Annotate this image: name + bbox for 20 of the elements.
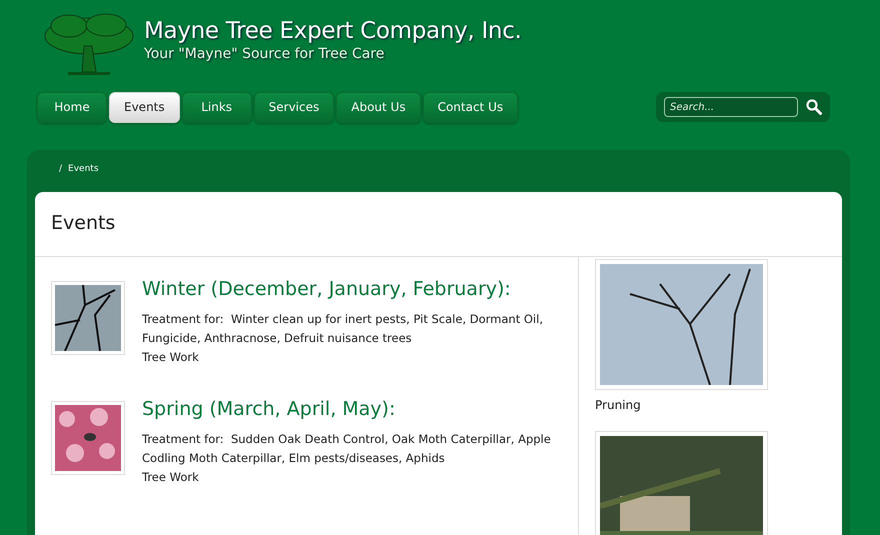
- breadcrumb-current: Events: [68, 164, 99, 176]
- event-description: Treatment for: Sudden Oak Death Control, Oak Moth Caterpillar, Apple Codling Moth Caterpillar, Elm pests/diseases, Aphids: [142, 431, 552, 467]
- event-description: Treatment for: Winter clean up for inert pests, Pit Scale, Dormant Oil, Fungicide, Anthracnose, Defruit nuisance trees: [142, 311, 544, 347]
- nav-tab[interactable]: Services: [254, 92, 334, 122]
- nav-tab[interactable]: Contact Us: [422, 92, 518, 122]
- site-tagline: Your "Mayne" Source for Tree Care: [144, 46, 386, 62]
- photo-caption: Pruning: [595, 398, 642, 412]
- search-field[interactable]: Search...: [664, 97, 798, 117]
- nav-tab[interactable]: Events: [109, 92, 180, 122]
- event-note: Tree Work: [142, 469, 200, 486]
- site-title: Mayne Tree Expert Company, Inc.: [144, 18, 522, 44]
- nav-tab[interactable]: Links: [182, 92, 252, 122]
- page-title: Events: [35, 192, 842, 257]
- event-note: Tree Work: [142, 349, 200, 366]
- nav-tab[interactable]: Home: [37, 92, 107, 122]
- nav-tab[interactable]: About Us: [336, 92, 421, 122]
- search-icon[interactable]: [806, 99, 822, 115]
- breadcrumb-separator: /: [59, 164, 62, 176]
- event-title[interactable]: Winter (December, January, February):: [142, 278, 562, 300]
- event-title[interactable]: Spring (March, April, May):: [142, 398, 562, 420]
